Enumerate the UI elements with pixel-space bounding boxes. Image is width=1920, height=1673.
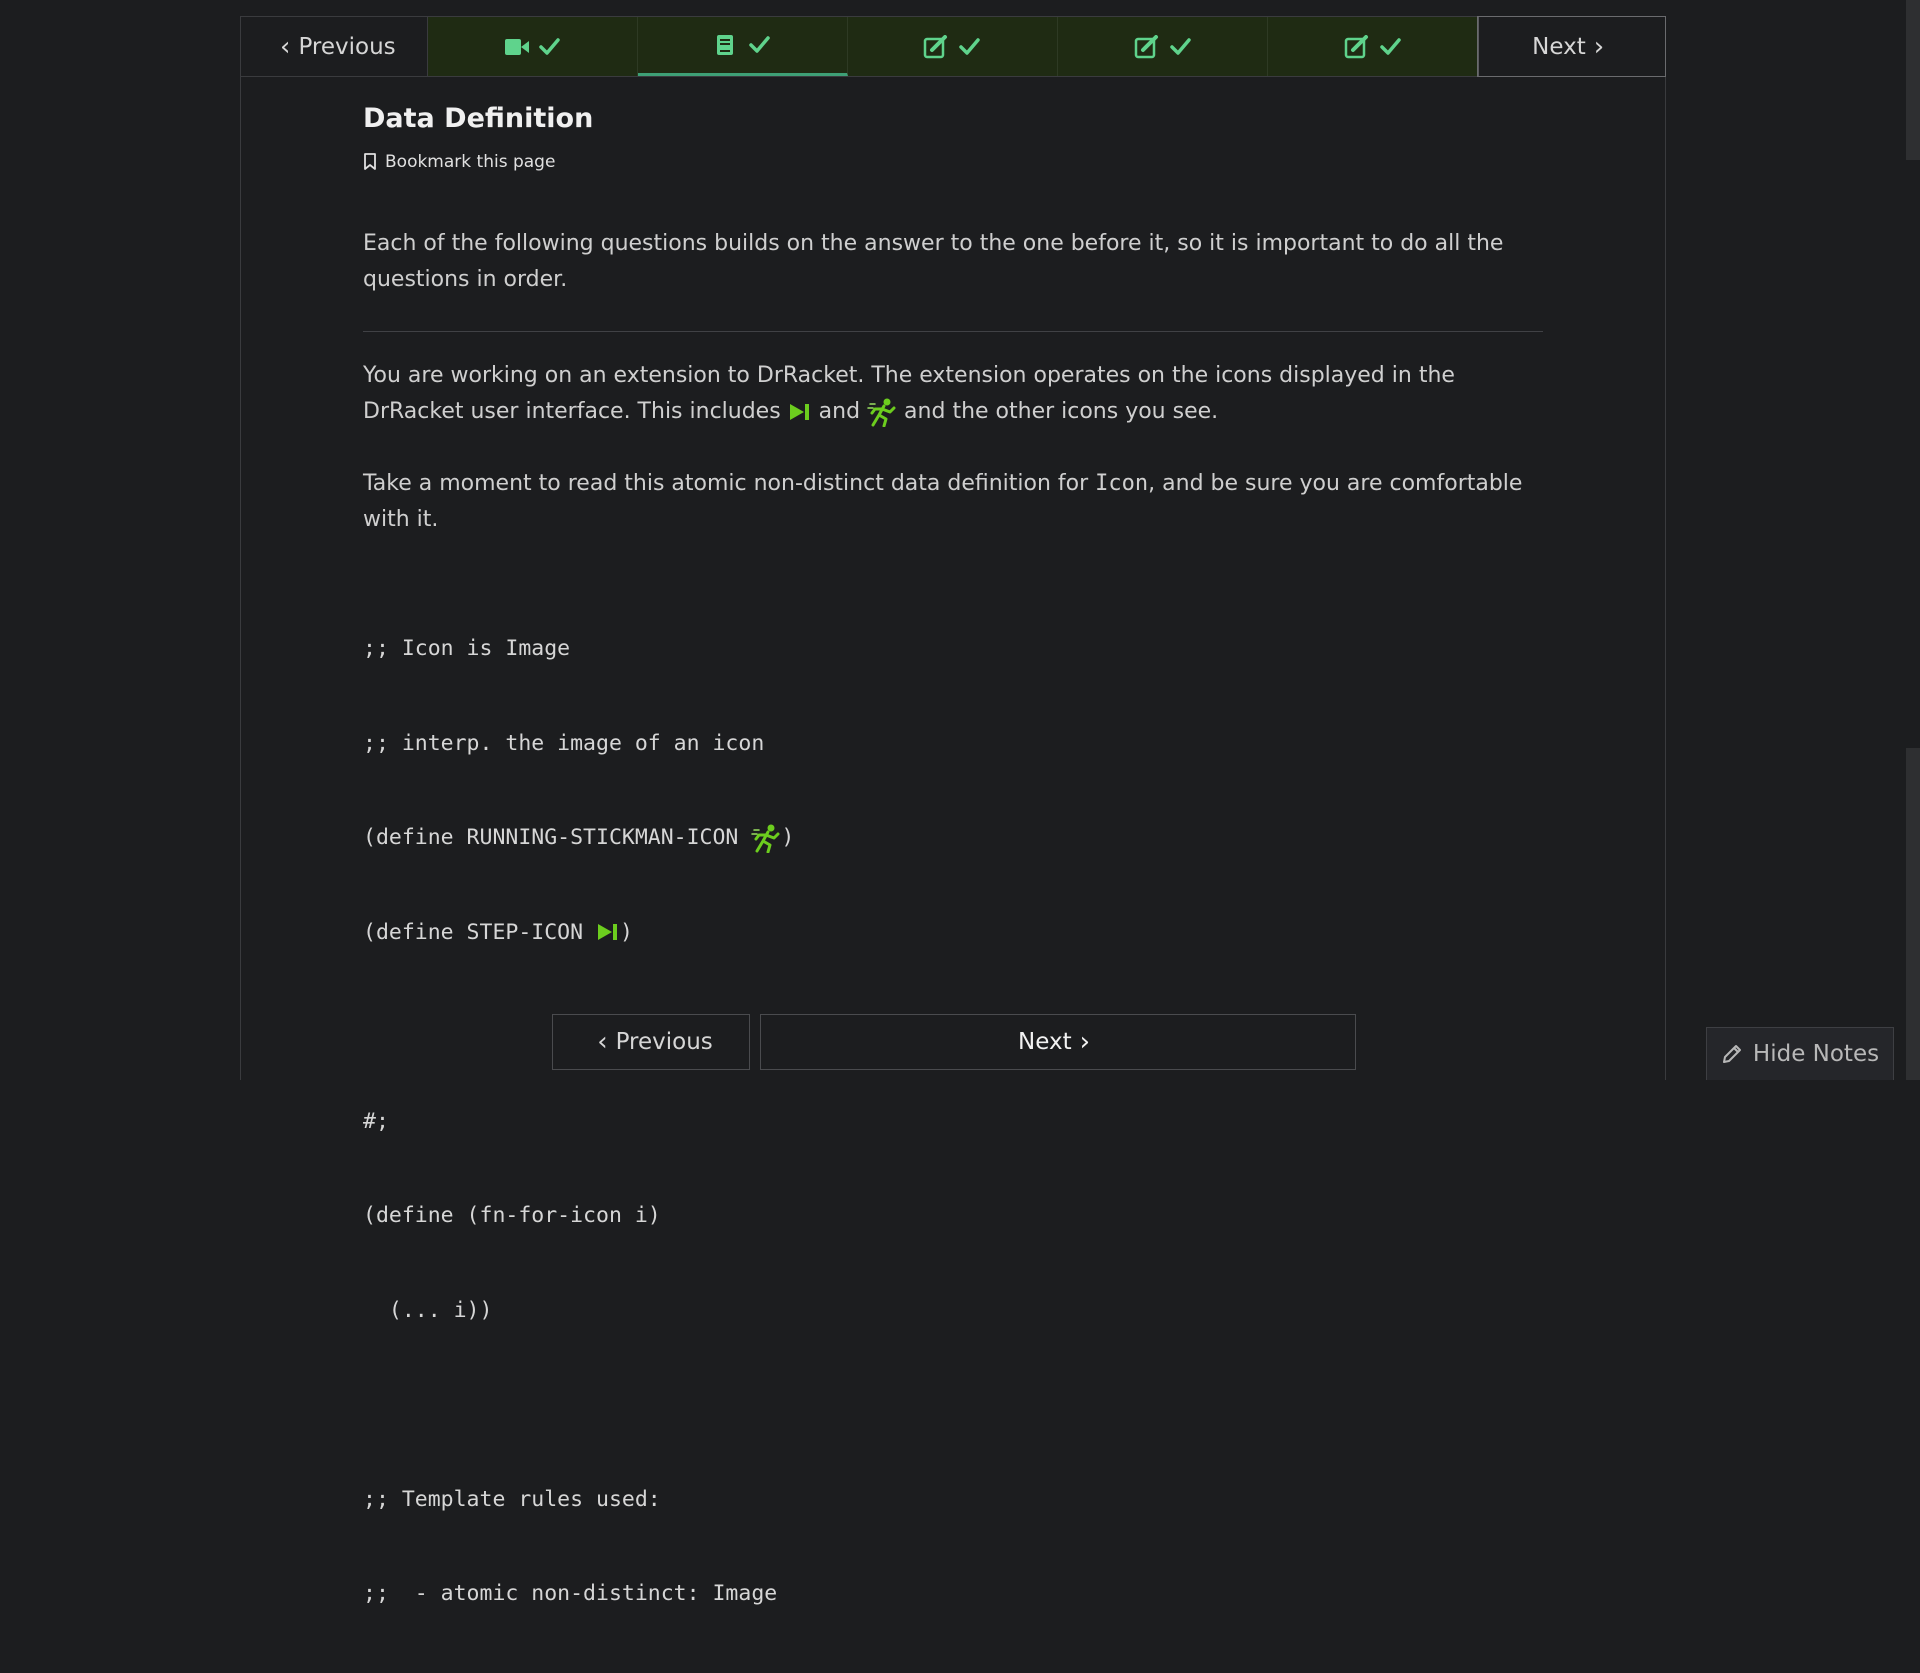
course-frame: ‹ Previous Next › Data Definition Bookma… (240, 16, 1666, 1606)
unit-content: Data Definition Bookmark this page Each … (363, 103, 1543, 1673)
bottom-next-button[interactable]: Next › (760, 1014, 1356, 1070)
instruction-paragraph: Take a moment to read this atomic non-di… (363, 466, 1543, 538)
sequence-navigation: ‹ Previous Next › (241, 16, 1666, 77)
bottom-navigation: ‹ Previous Next › (552, 1014, 1356, 1070)
sequence-next-button[interactable]: Next › (1477, 16, 1666, 77)
code-text: ) (620, 919, 633, 945)
intro-paragraph: Each of the following questions builds o… (363, 231, 1504, 292)
unit-tab-video[interactable] (427, 17, 638, 76)
code-line: #; (363, 1108, 389, 1134)
unit-tab-problem-2[interactable] (1058, 17, 1269, 76)
sequence-next-label: Next (1532, 33, 1586, 60)
video-icon (505, 37, 560, 55)
scrollbar-track-segment (1906, 748, 1920, 1080)
running-stickman-icon (867, 398, 896, 427)
code-line: ;; interp. the image of an icon (363, 730, 765, 756)
edit-icon (1344, 34, 1401, 58)
step-icon (789, 404, 809, 420)
code-line: ;; - atomic non-distinct: Image (363, 1581, 778, 1606)
context-paragraph: You are working on an extension to DrRac… (363, 358, 1543, 430)
chevron-left-icon: ‹ (280, 31, 291, 62)
context-text-2: and (811, 399, 868, 424)
bottom-previous-button[interactable]: ‹ Previous (552, 1014, 750, 1070)
inline-code-icon: Icon (1095, 471, 1149, 496)
bookmark-button[interactable]: Bookmark this page (363, 152, 1543, 172)
pencil-icon (1722, 1045, 1741, 1063)
code-text: (define STEP-ICON (363, 919, 596, 945)
chevron-right-icon: › (1593, 31, 1605, 62)
bookmark-label: Bookmark this page (385, 152, 556, 172)
code-line: (define RUNNING-STICKMAN-ICON ) (363, 822, 1543, 854)
page-title: Data Definition (363, 103, 594, 134)
divider (363, 331, 1543, 332)
instruction-text-1: Take a moment to read this atomic non-di… (363, 471, 1096, 496)
bottom-previous-label: Previous (615, 1029, 713, 1055)
chevron-left-icon: ‹ (597, 1027, 608, 1057)
step-icon (598, 924, 617, 941)
unit-tab-reading[interactable] (637, 17, 848, 76)
bookmark-icon (364, 153, 376, 170)
edit-icon (924, 34, 981, 58)
bottom-next-label: Next (1018, 1029, 1072, 1055)
context-text-3: and the other icons you see. (897, 399, 1219, 424)
hide-notes-label: Hide Notes (1752, 1041, 1880, 1067)
edit-icon (1134, 34, 1191, 58)
sequence-previous-button[interactable]: ‹ Previous (241, 17, 428, 76)
code-line: ;; Template rules used: (363, 1486, 661, 1512)
code-line: ;; Icon is Image (363, 636, 571, 661)
code-text: ) (781, 825, 795, 850)
unit-tab-problem-3[interactable] (1268, 17, 1479, 76)
code-line: (define (fn-for-icon i) (363, 1203, 661, 1228)
code-block: ;; Icon is Image ;; interp. the image of… (363, 570, 1543, 1673)
book-icon (717, 35, 771, 55)
page-scrollbar[interactable] (1906, 0, 1920, 1080)
unit-tab-problem-1[interactable] (847, 17, 1059, 76)
running-stickman-icon (751, 824, 780, 853)
scrollbar-thumb[interactable] (1906, 0, 1920, 160)
hide-notes-button[interactable]: Hide Notes (1706, 1027, 1894, 1080)
sequence-previous-label: Previous (298, 33, 396, 60)
code-text: (define RUNNING-STICKMAN-ICON (363, 825, 752, 850)
chevron-right-icon: › (1079, 1027, 1090, 1057)
code-line: (define STEP-ICON ) (363, 917, 1543, 949)
code-line: (... i)) (363, 1297, 493, 1323)
